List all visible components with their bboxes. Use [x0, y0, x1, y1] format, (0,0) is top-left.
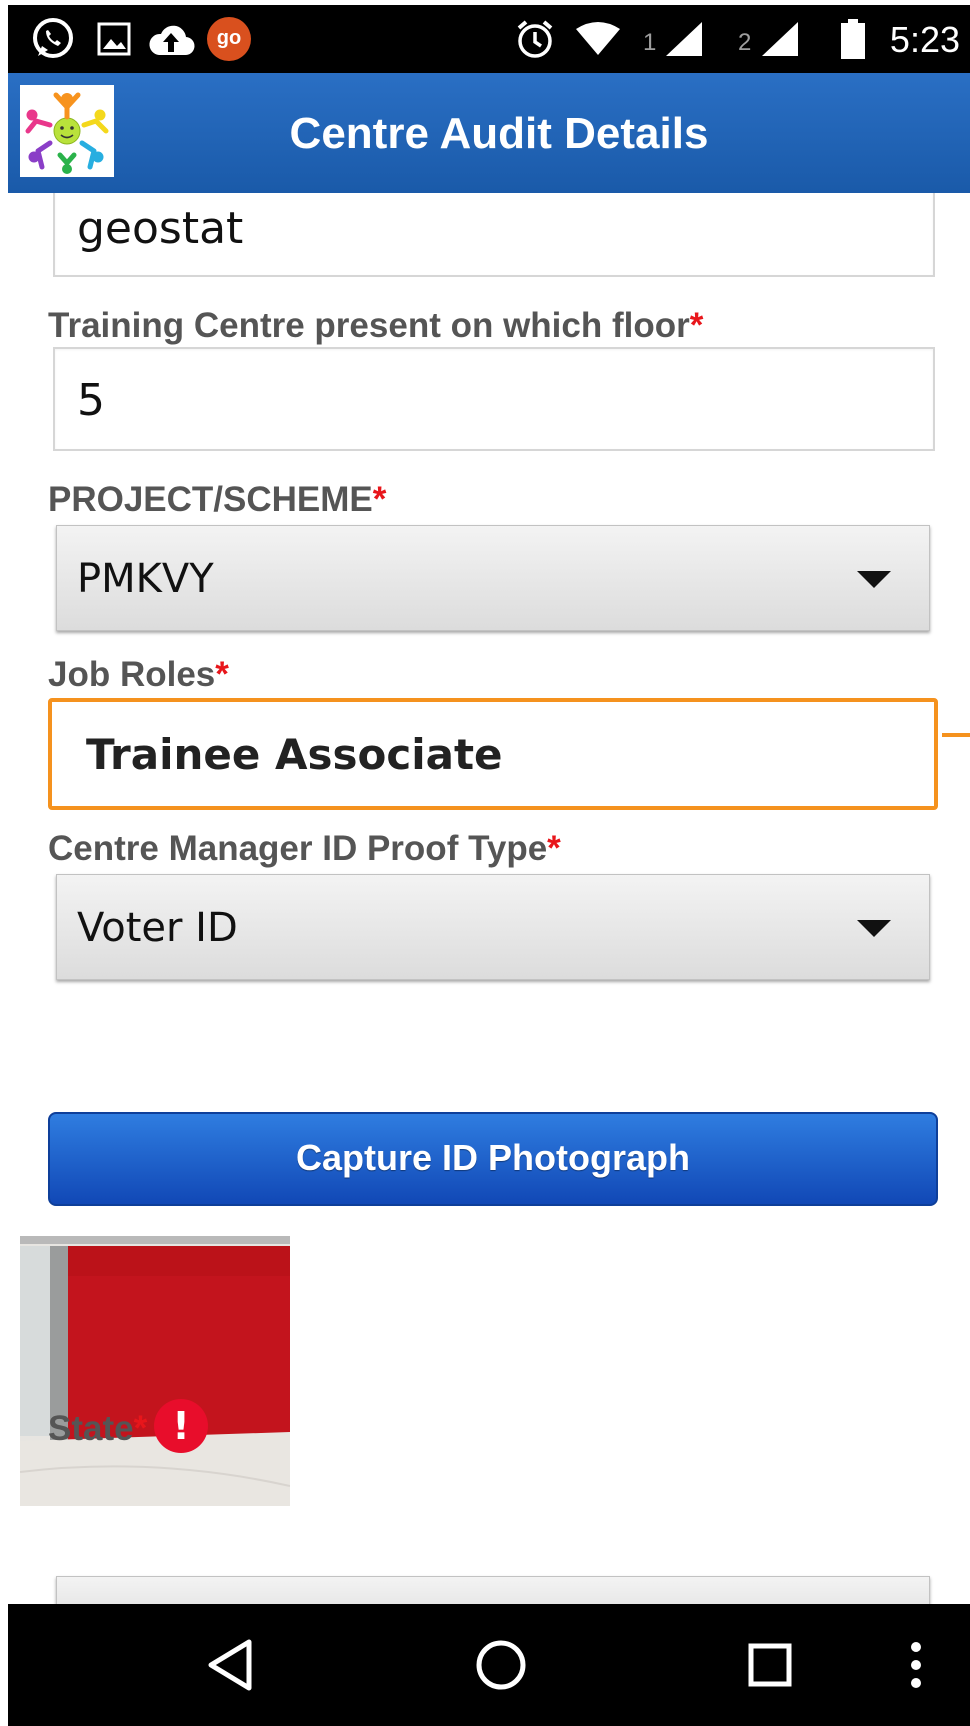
- floor-input[interactable]: 5: [53, 347, 935, 451]
- sim2-label: 2: [738, 29, 752, 56]
- geostat-field[interactable]: geostat: [53, 193, 935, 277]
- page-title: Centre Audit Details: [289, 109, 709, 158]
- capture-id-photo-button[interactable]: Capture ID Photograph: [48, 1112, 938, 1206]
- status-bar: go 1 2 5:23: [8, 5, 970, 73]
- required-mark: *: [689, 306, 704, 345]
- app-bar: Centre Audit Details: [8, 73, 970, 193]
- go-badge: go: [207, 17, 251, 61]
- wifi-icon: [574, 17, 622, 61]
- signal-icon: [758, 17, 802, 61]
- id-proof-select[interactable]: Voter ID: [56, 874, 930, 980]
- project-label-text: PROJECT/SCHEME: [48, 480, 373, 519]
- chevron-down-icon: [857, 571, 891, 588]
- clock: 5:23: [889, 19, 960, 60]
- whatsapp-icon: [28, 17, 78, 61]
- project-select[interactable]: PMKVY: [56, 525, 930, 631]
- state-label-text: State: [48, 1409, 134, 1448]
- floor-value: 5: [77, 375, 105, 426]
- required-mark: *: [133, 1409, 148, 1448]
- id-proof-label: Centre Manager ID Proof Type*: [48, 829, 561, 869]
- focus-connector: [942, 733, 970, 737]
- battery-icon: [838, 17, 868, 61]
- gallery-icon: [94, 17, 134, 61]
- job-roles-input[interactable]: Trainee Associate: [48, 698, 938, 810]
- more-icon[interactable]: [896, 1632, 936, 1698]
- id-proof-value: Voter ID: [77, 905, 238, 951]
- error-icon[interactable]: !: [154, 1399, 208, 1453]
- id-proof-label-text: Centre Manager ID Proof Type: [48, 829, 548, 868]
- floor-label: Training Centre present on which floor*: [48, 306, 703, 346]
- required-mark: *: [215, 655, 229, 694]
- back-icon[interactable]: [195, 1632, 265, 1698]
- state-label: State*: [48, 1409, 147, 1449]
- job-roles-label: Job Roles*: [48, 655, 229, 695]
- project-value: PMKVY: [77, 556, 214, 602]
- app-screen: go 1 2 5:23 Centre Audit Details geostat…: [8, 5, 970, 1726]
- form-content[interactable]: geostat Training Centre present on which…: [8, 193, 970, 1610]
- home-icon[interactable]: [466, 1632, 536, 1698]
- job-roles-label-text: Job Roles: [48, 655, 216, 694]
- floor-label-text: Training Centre present on which floor: [48, 306, 690, 345]
- navigation-bar: [8, 1604, 970, 1726]
- required-mark: *: [372, 480, 387, 519]
- project-label: PROJECT/SCHEME*: [48, 480, 386, 520]
- signal-icon: [662, 17, 706, 61]
- chevron-down-icon: [857, 920, 891, 937]
- go-icon: go: [206, 17, 252, 61]
- cloud-upload-icon: [146, 17, 196, 61]
- required-mark: *: [547, 829, 561, 868]
- recents-icon[interactable]: [735, 1632, 805, 1698]
- geostat-value: geostat: [77, 203, 244, 254]
- alarm-icon: [513, 17, 557, 61]
- job-roles-value: Trainee Associate: [86, 730, 503, 779]
- sim1-label: 1: [643, 29, 657, 56]
- id-photo-thumbnail[interactable]: [20, 1236, 290, 1506]
